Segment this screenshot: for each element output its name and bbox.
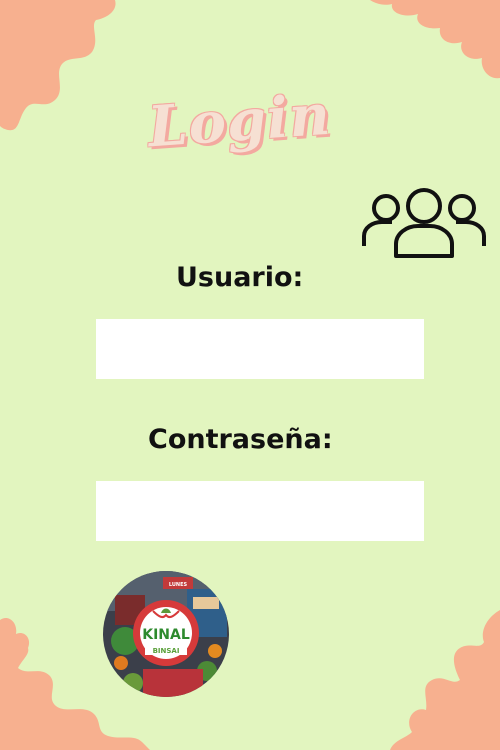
password-label: Contraseña: [148,424,333,455]
username-input[interactable] [96,319,424,379]
logo-sub-text: BINSAI [153,647,180,655]
logo-ribbon-text: LUNES [169,582,188,588]
page-title: Login [145,81,333,161]
kinal-logo: KINAL BINSAI LUNES [103,571,229,697]
users-group-icon [362,188,486,258]
username-label: Usuario: [176,262,304,293]
password-input[interactable] [96,481,424,541]
corner-splash-top-right [370,0,500,79]
corner-splash-top-left [0,0,116,131]
corner-splash-bottom-right [390,610,500,750]
logo-brand-text: KINAL [142,627,190,643]
